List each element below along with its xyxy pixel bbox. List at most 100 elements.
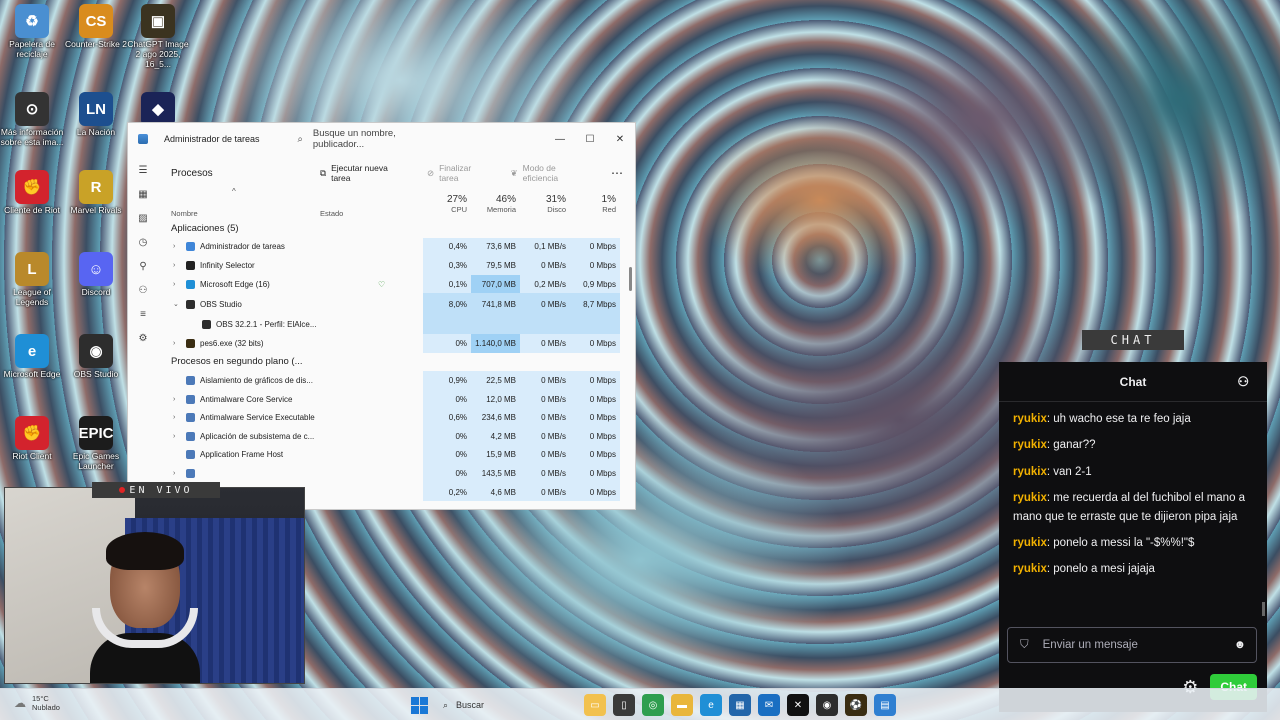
chevron-right-icon[interactable]: › [173, 238, 175, 257]
chat-username[interactable]: ryukix [1013, 413, 1047, 425]
table-row[interactable]: › Infinity Selector 0,3% 79,5 MB 0 MB/s 0 Mbp… [158, 256, 635, 275]
app-history-nav-icon[interactable]: ◷ [139, 237, 148, 248]
maximize-icon[interactable]: ☐ [575, 134, 605, 145]
chevron-right-icon[interactable]: › [173, 275, 175, 294]
chevron-right-icon[interactable]: › [173, 256, 175, 275]
desktop-icon[interactable]: L League of Legends [0, 252, 64, 308]
table-row[interactable]: › Antimalware Service Executable 0,6% 234,6… [158, 408, 635, 427]
col-name[interactable]: Nombre [171, 209, 198, 218]
desktop-icon[interactable]: ✊ Cliente de Riot [0, 170, 64, 216]
file-explorer-icon[interactable]: ▭ [584, 694, 606, 716]
outlook-icon[interactable]: ✉ [758, 694, 780, 716]
col-disk[interactable]: 31% Disco [520, 194, 570, 214]
desktop-app-icon: CS [79, 4, 113, 38]
memory-cell: 22,5 MB [471, 371, 520, 390]
process-icon [186, 338, 195, 348]
process-scrollbar[interactable] [629, 267, 632, 291]
taskbar-search[interactable]: ⌕ Buscar [437, 693, 577, 717]
taskmgr-icon[interactable]: ▤ [874, 694, 896, 716]
folder-icon[interactable]: ▬ [671, 694, 693, 716]
table-row[interactable]: › Administrador de tareas 0,4% 73,6 MB 0,1 M… [158, 237, 635, 257]
desktop-icon[interactable]: CS Counter-Strike 2 [64, 4, 128, 50]
chat-input-placeholder: Enviar un mensaje [1042, 639, 1138, 651]
table-row[interactable]: › 0% 143,5 MB 0 MB/s 0 Mbps [158, 464, 635, 483]
task-manager-main: Procesos ⧉ Ejecutar nueva tarea ⊘ Finaliza… [158, 155, 635, 509]
performance-nav-icon[interactable]: ▨ [138, 213, 147, 224]
details-nav-icon[interactable]: ≡ [140, 309, 146, 320]
chat-username[interactable]: ryukix [1013, 492, 1047, 504]
chevron-right-icon[interactable]: › [173, 427, 175, 446]
processes-nav-icon[interactable]: ▦ [138, 189, 147, 200]
col-status[interactable]: Estado [320, 209, 343, 218]
chat-username[interactable]: ryukix [1013, 466, 1047, 478]
cpu-cell: 0,3% [423, 256, 471, 275]
terminal-icon[interactable]: ▯ [613, 694, 635, 716]
more-options-icon[interactable]: ⋯ [611, 166, 623, 180]
desktop-icon[interactable]: ◉ OBS Studio [64, 334, 128, 380]
chevron-right-icon[interactable]: › [173, 408, 175, 427]
col-cpu[interactable]: 27% CPU [423, 194, 471, 214]
obs-icon[interactable]: ◉ [816, 694, 838, 716]
chevron-right-icon[interactable]: › [173, 464, 175, 483]
desktop-icon[interactable]: e Microsoft Edge [0, 334, 64, 380]
chat-panel: Chat ⚇ ryukix: uh wacho ese ta re feo ja… [999, 362, 1267, 712]
users-nav-icon[interactable]: ⚇ [139, 285, 148, 296]
group-label: Aplicaciones (5) [171, 222, 239, 234]
process-name-text: OBS 32.2.1 - Perfil: ElAlce... [216, 320, 317, 330]
desktop-icon[interactable]: ⊙ Más información sobre esta ima... [0, 92, 64, 148]
hamburger-menu-icon[interactable]: ☰ [139, 165, 148, 176]
table-row[interactable]: Aislamiento de gráficos de dis... 0,9% 22,… [158, 371, 635, 390]
capcut-icon[interactable]: ✕ [787, 694, 809, 716]
chevron-right-icon[interactable]: › [173, 334, 175, 353]
shield-icon[interactable]: ⛉ [1020, 639, 1029, 652]
table-row[interactable]: ⌄ OBS Studio 8,0% 741,8 MB 0 MB/s 8,7 Mbps [158, 293, 635, 316]
table-row[interactable]: › Microsoft Edge (16) ♡ 0,1% 707,0 MB 0,2 MB/… [158, 274, 635, 294]
chat-username[interactable]: ryukix [1013, 537, 1047, 549]
live-dot-icon [119, 487, 126, 493]
search-placeholder: Busque un nombre, publicador... [312, 128, 396, 150]
table-row[interactable]: › pes6.exe (32 bits) 0% 1.140,0 MB 0 MB/s 0 M… [158, 333, 635, 353]
minimize-icon[interactable]: — [545, 134, 575, 145]
chat-username[interactable]: ryukix [1013, 439, 1047, 451]
community-users-icon[interactable]: ⚇ [1237, 374, 1249, 390]
edge-icon[interactable]: e [700, 694, 722, 716]
live-badge: EN VIVO [92, 482, 220, 498]
process-name-text: OBS Studio [200, 299, 242, 309]
chrome-icon[interactable]: ◎ [642, 694, 664, 716]
table-row[interactable]: › Antimalware Core Service 0% 12,0 MB 0 MB/s… [158, 389, 635, 409]
emote-icon[interactable]: ☻ [1234, 639, 1246, 651]
end-task-button[interactable]: ⊘ Finalizar tarea [427, 163, 493, 183]
chat-username[interactable]: ryukix [1013, 563, 1047, 575]
game-icon[interactable]: ⚽ [845, 694, 867, 716]
services-nav-icon[interactable]: ⚙ [139, 333, 148, 344]
desktop-app-icon: ◆ [141, 92, 175, 126]
run-new-task-button[interactable]: ⧉ Ejecutar nueva tarea [320, 163, 409, 183]
weather-widget[interactable]: ☁ 15°C Nublado [14, 694, 60, 712]
desktop-icon[interactable]: ▣ ChatGPT Image 2 ago 2025, 16_5... [126, 4, 190, 69]
desktop-icon[interactable]: ☺ Discord [64, 252, 128, 298]
table-row[interactable]: OBS 32.2.1 - Perfil: ElAlce... [158, 315, 635, 334]
task-manager-search[interactable]: ⌕ Busque un nombre, publicador... [290, 128, 450, 150]
desktop-icon[interactable]: R Marvel Rivals [64, 170, 128, 216]
desktop-icon[interactable]: EPIC Epic Games Launcher [64, 416, 128, 472]
windows-start-icon[interactable] [408, 694, 430, 716]
desktop-icon[interactable]: ✊ Riot Client [0, 416, 64, 462]
chevron-right-icon[interactable]: › [173, 390, 175, 409]
startup-apps-nav-icon[interactable]: ⚲ [139, 261, 146, 272]
col-memory[interactable]: 46% Memoria [471, 194, 520, 214]
store-icon[interactable]: ▦ [729, 694, 751, 716]
table-row[interactable]: › Aplicación de subsistema de c... 0% 4,2 M… [158, 426, 635, 446]
chevron-down-icon[interactable]: ⌄ [173, 293, 179, 315]
table-row[interactable]: Application Frame Host 0% 15,9 MB 0 MB/s 0 M… [158, 445, 635, 465]
process-group-header[interactable]: Aplicaciones (5) [158, 219, 635, 238]
process-group-header[interactable]: Procesos en segundo plano (... [158, 353, 635, 372]
col-network[interactable]: 1% Red [570, 194, 620, 214]
chat-input[interactable]: ⛉ Enviar un mensaje ☻ [1007, 627, 1257, 663]
disk-cell: 0 MB/s [520, 482, 570, 502]
efficiency-mode-button[interactable]: ❦ Modo de eficiencia [511, 163, 593, 183]
desktop-icon[interactable]: LN La Nación [64, 92, 128, 138]
chat-scrollbar[interactable] [1262, 602, 1265, 616]
desktop-icon[interactable]: ♻ Papelera de reciclaje [0, 4, 64, 60]
network-cell: 0 Mbps [570, 333, 620, 353]
close-icon[interactable]: ✕ [605, 134, 635, 145]
